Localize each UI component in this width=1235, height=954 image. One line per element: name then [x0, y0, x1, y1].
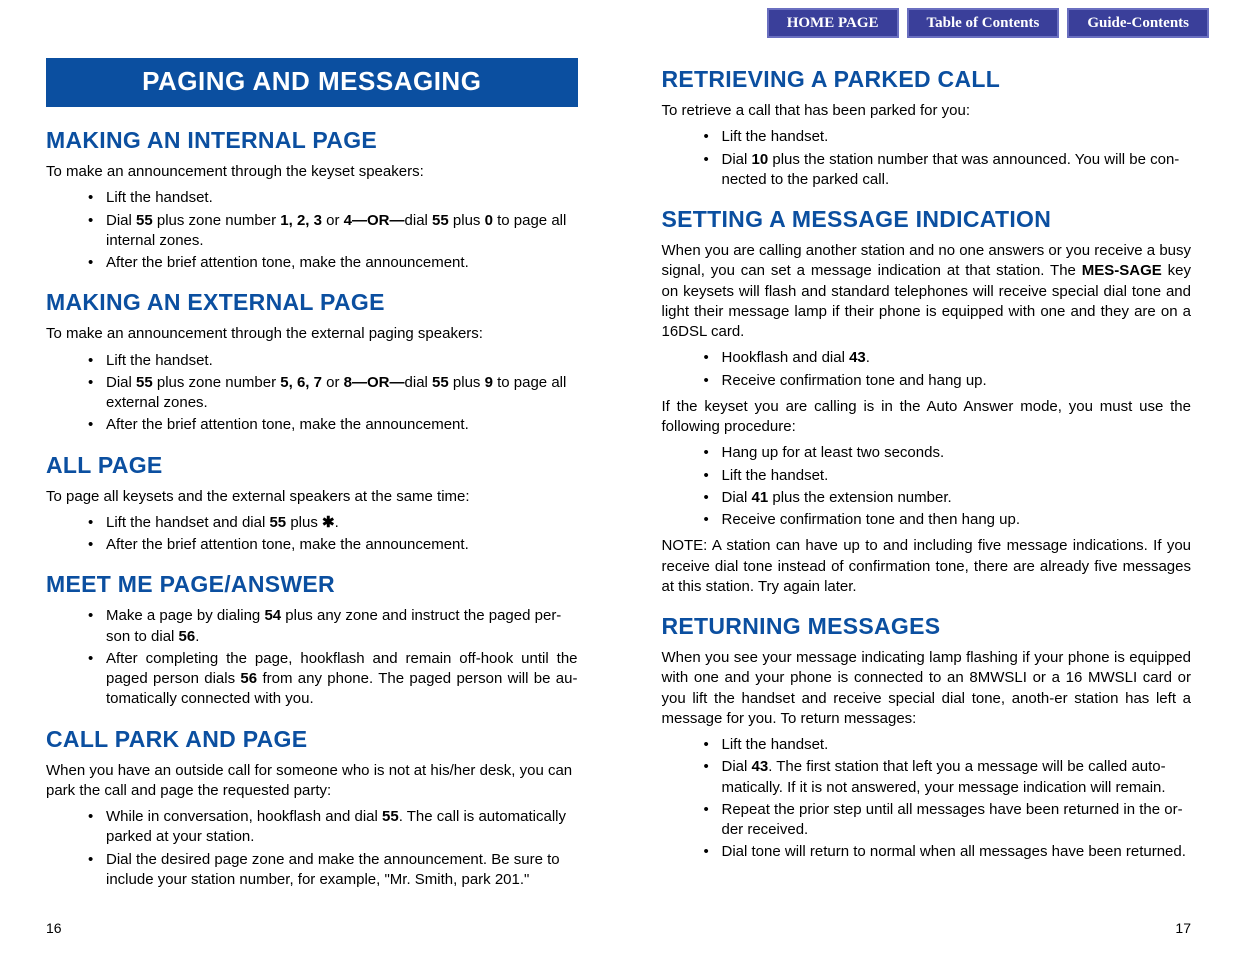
body-text: NOTE: A station can have up to and inclu… — [662, 536, 1192, 597]
body-text: When you see your message indicating lam… — [662, 648, 1192, 729]
nav-guide-button[interactable]: Guide-Contents — [1067, 8, 1209, 38]
section-title-bar: PAGING AND MESSAGING — [46, 58, 578, 107]
list-item: Dial 55 plus zone number 5, 6, 7 or 8—OR… — [88, 373, 578, 414]
page-number-right: 17 — [1175, 920, 1191, 936]
list-item: Dial 55 plus zone number 1, 2, 3 or 4—OR… — [88, 211, 578, 252]
heading-all-page: ALL PAGE — [46, 452, 578, 479]
heading-call-park: CALL PARK AND PAGE — [46, 726, 578, 753]
heading-meet-me: MEET ME PAGE/ANSWER — [46, 571, 578, 598]
list-item: Lift the handset. — [88, 188, 578, 208]
heading-message-indication: SETTING A MESSAGE INDICATION — [662, 206, 1192, 233]
page-spread: PAGING AND MESSAGING MAKING AN INTERNAL … — [0, 40, 1235, 954]
list-item: Receive confirmation tone and then hang … — [704, 510, 1192, 530]
list-item: Dial 10 plus the station number that was… — [704, 150, 1192, 191]
list-item: Hookflash and dial 43. — [704, 348, 1192, 368]
nav-toc-button[interactable]: Table of Contents — [907, 8, 1060, 38]
heading-internal-page: MAKING AN INTERNAL PAGE — [46, 127, 578, 154]
list-item: Lift the handset and dial 55 plus ✱. — [88, 513, 578, 533]
body-text: To make an announcement through the keys… — [46, 162, 578, 182]
list-item: Lift the handset. — [704, 735, 1192, 755]
list-item: Receive confirmation tone and hang up. — [704, 371, 1192, 391]
body-text: When you have an outside call for someon… — [46, 761, 578, 802]
heading-returning-messages: RETURNING MESSAGES — [662, 613, 1192, 640]
nav-bar: HOME PAGE Table of Contents Guide-Conten… — [767, 8, 1209, 38]
body-text: To page all keysets and the external spe… — [46, 487, 578, 507]
body-text: When you are calling another station and… — [662, 241, 1192, 342]
body-text: To make an announcement through the exte… — [46, 324, 578, 344]
list-item: While in conversation, hookflash and dia… — [88, 807, 578, 848]
list-item: After the brief attention tone, make the… — [88, 415, 578, 435]
list-item: After the brief attention tone, make the… — [88, 535, 578, 555]
page-left: PAGING AND MESSAGING MAKING AN INTERNAL … — [0, 40, 618, 954]
heading-retrieve-parked: RETRIEVING A PARKED CALL — [662, 66, 1192, 93]
heading-external-page: MAKING AN EXTERNAL PAGE — [46, 289, 578, 316]
nav-home-button[interactable]: HOME PAGE — [767, 8, 899, 38]
list-item: After completing the page, hookflash and… — [88, 649, 578, 710]
list-item: Lift the handset. — [704, 466, 1192, 486]
list-item: Lift the handset. — [88, 351, 578, 371]
list-item: Repeat the prior step until all messages… — [704, 800, 1192, 841]
list-item: Dial tone will return to normal when all… — [704, 842, 1192, 862]
list-item: Hang up for at least two seconds. — [704, 443, 1192, 463]
list-item: Lift the handset. — [704, 127, 1192, 147]
body-text: If the keyset you are calling is in the … — [662, 397, 1192, 438]
list-item: Dial the desired page zone and make the … — [88, 850, 578, 891]
body-text: To retrieve a call that has been parked … — [662, 101, 1192, 121]
list-item: Dial 43. The first station that left you… — [704, 757, 1192, 798]
page-right: RETRIEVING A PARKED CALL To retrieve a c… — [618, 40, 1235, 954]
page-number-left: 16 — [46, 920, 62, 936]
list-item: Make a page by dialing 54 plus any zone … — [88, 606, 578, 647]
list-item: After the brief attention tone, make the… — [88, 253, 578, 273]
list-item: Dial 41 plus the extension number. — [704, 488, 1192, 508]
